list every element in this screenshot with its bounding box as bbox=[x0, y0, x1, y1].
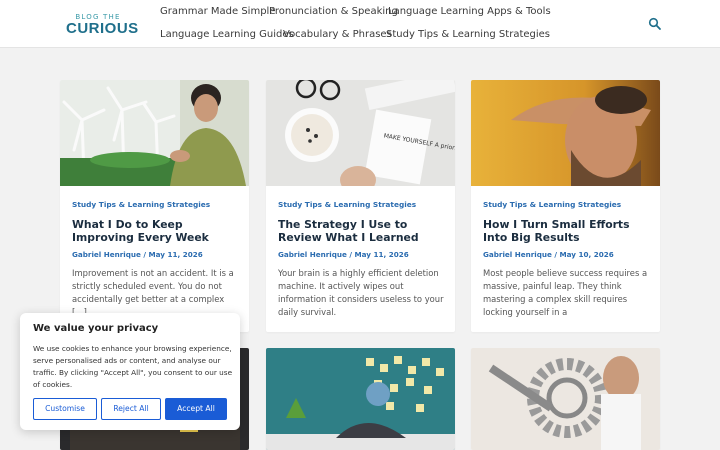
post-title[interactable]: How I Turn Small Efforts Into Big Result… bbox=[483, 218, 653, 244]
logo-wordmark: CURIOUS bbox=[66, 20, 139, 37]
post-meta[interactable]: Gabriel Henrique / May 10, 2026 bbox=[483, 250, 614, 259]
nav-language-learning-apps-tools[interactable]: Language Learning Apps & Tools bbox=[388, 6, 551, 17]
cookie-body-text: We use cookies to enhance your browsing … bbox=[33, 344, 233, 389]
post-card[interactable] bbox=[471, 348, 660, 450]
search-icon[interactable] bbox=[648, 16, 662, 30]
post-card[interactable]: Study Tips & Learning Strategies How I T… bbox=[471, 80, 660, 332]
site-header: BLOG THE CURIOUS Grammar Made Simple Pro… bbox=[0, 0, 720, 48]
customise-button[interactable]: Customise bbox=[33, 398, 97, 420]
post-excerpt: Most people believe success requires a m… bbox=[483, 268, 648, 317]
cookie-consent-banner: We value your privacy We use cookies to … bbox=[20, 313, 240, 430]
reject-all-button[interactable]: Reject All bbox=[101, 398, 161, 420]
post-card[interactable]: Study Tips & Learning Strategies What I … bbox=[60, 80, 249, 332]
post-excerpt: Your brain is a highly efficient deletio… bbox=[278, 268, 444, 317]
post-card[interactable]: MAKE YOURSELF A priority Study Tips & Le… bbox=[266, 80, 455, 332]
post-title[interactable]: The Strategy I Use to Review What I Lear… bbox=[278, 218, 448, 244]
nav-study-tips-learning-strategies[interactable]: Study Tips & Learning Strategies bbox=[386, 29, 550, 40]
nav-pronunciation-speaking[interactable]: Pronunciation & Speaking bbox=[269, 6, 398, 17]
post-category[interactable]: Study Tips & Learning Strategies bbox=[72, 200, 210, 209]
post-meta[interactable]: Gabriel Henrique / May 11, 2026 bbox=[72, 250, 203, 259]
post-card[interactable] bbox=[266, 348, 455, 450]
post-thumbnail-gear[interactable] bbox=[471, 348, 660, 450]
nav-language-learning-guides[interactable]: Language Learning Guides bbox=[160, 29, 294, 40]
post-excerpt: Improvement is not an accident. It is a … bbox=[72, 268, 234, 317]
post-thumbnail-notebook[interactable]: MAKE YOURSELF A priority bbox=[266, 80, 455, 186]
post-category[interactable]: Study Tips & Learning Strategies bbox=[483, 200, 621, 209]
post-category[interactable]: Study Tips & Learning Strategies bbox=[278, 200, 416, 209]
post-thumbnail-wind-turbines[interactable] bbox=[60, 80, 249, 186]
post-meta[interactable]: Gabriel Henrique / May 11, 2026 bbox=[278, 250, 409, 259]
nav-vocabulary-phrases[interactable]: Vocabulary & Phrases bbox=[283, 29, 392, 40]
post-title[interactable]: What I Do to Keep Improving Every Week bbox=[72, 218, 242, 244]
cookie-heading: We value your privacy bbox=[33, 323, 159, 334]
post-thumbnail-sticky-notes[interactable] bbox=[266, 348, 455, 450]
accept-all-button[interactable]: Accept All bbox=[165, 398, 227, 420]
post-thumbnail-man-looking[interactable] bbox=[471, 80, 660, 186]
nav-grammar-made-simple[interactable]: Grammar Made Simple bbox=[160, 6, 275, 17]
site-logo[interactable]: BLOG THE CURIOUS bbox=[66, 13, 139, 37]
